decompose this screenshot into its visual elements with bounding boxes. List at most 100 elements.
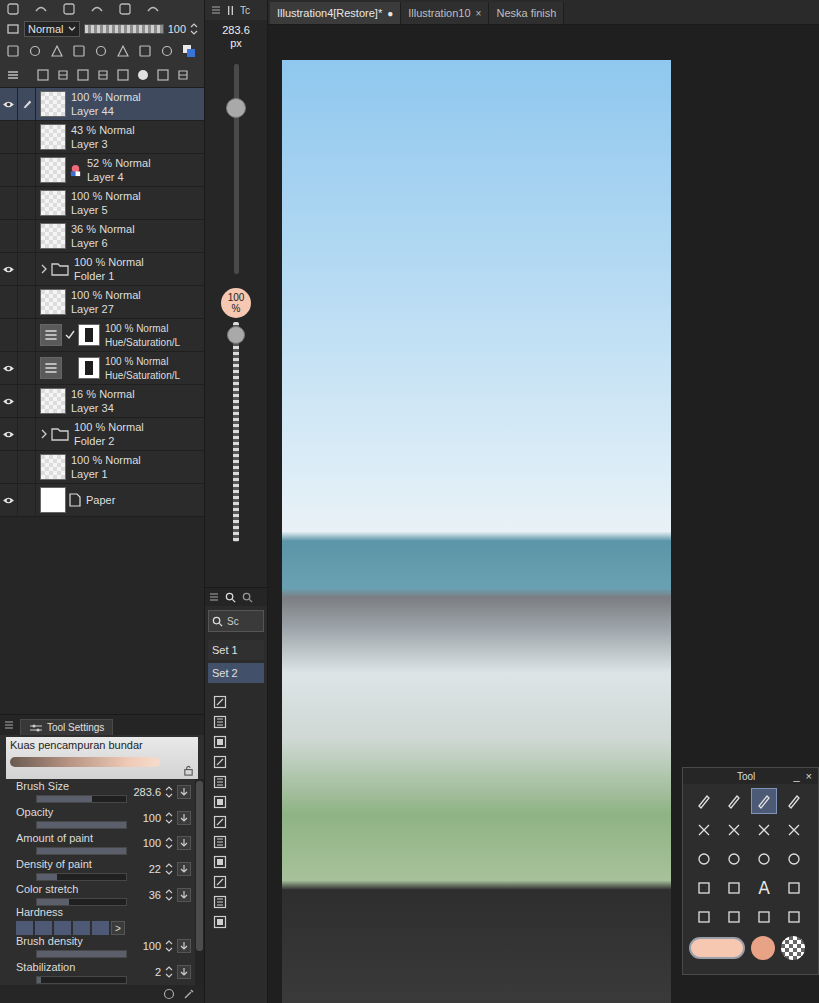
layer-row[interactable]: 100 % NormalLayer 1 xyxy=(0,451,204,484)
auto-select-tool[interactable] xyxy=(721,846,747,872)
sub-k-icon[interactable] xyxy=(213,895,227,909)
layer-row[interactable]: 52 % NormalLayer 4 xyxy=(0,154,204,187)
pressure-icon[interactable] xyxy=(177,811,191,825)
canvas-tab[interactable]: Illustration10× xyxy=(401,2,489,24)
pressure-icon[interactable] xyxy=(177,965,191,979)
combine-icon[interactable] xyxy=(116,68,130,82)
pen-tool[interactable] xyxy=(691,788,717,814)
stepper-icon[interactable] xyxy=(165,812,173,824)
layer-opacity-bar[interactable] xyxy=(84,24,164,34)
menu-icon[interactable] xyxy=(211,5,221,15)
redo-icon[interactable] xyxy=(118,2,132,16)
setting-slider[interactable] xyxy=(36,795,127,803)
frame-tool[interactable] xyxy=(781,817,807,843)
layer-row[interactable]: Paper xyxy=(0,484,204,517)
balloon-tool[interactable] xyxy=(781,875,807,901)
sub-g-icon[interactable] xyxy=(213,815,227,829)
layer-row[interactable]: 100 % NormalLayer 27 xyxy=(0,286,204,319)
opacity-slider[interactable] xyxy=(225,322,247,542)
stepper-icon[interactable] xyxy=(190,23,198,35)
sub-c-icon[interactable] xyxy=(213,735,227,749)
setting-row[interactable]: Stabilization2 xyxy=(16,959,191,985)
transfer-down-icon[interactable] xyxy=(96,68,110,82)
new-vector-icon[interactable] xyxy=(56,68,70,82)
layer-row[interactable]: 43 % NormalLayer 3 xyxy=(0,121,204,154)
menu-icon[interactable] xyxy=(4,720,14,730)
eraser-tool[interactable] xyxy=(751,817,777,843)
gradient-tool[interactable] xyxy=(781,846,807,872)
setting-slider[interactable] xyxy=(36,898,127,906)
eyedropper-tool[interactable] xyxy=(781,904,807,930)
mask-icon[interactable] xyxy=(136,68,150,82)
search-tab-icon[interactable] xyxy=(242,592,253,603)
canvas-tab[interactable]: Illustration4[Restore]*● xyxy=(270,2,401,24)
pressure-icon[interactable] xyxy=(177,862,191,876)
layer-row[interactable]: 100 % NormalFolder 1 xyxy=(0,253,204,286)
setting-row[interactable]: Amount of paint100 xyxy=(16,830,191,856)
stepper-icon[interactable] xyxy=(165,966,173,978)
text-tool[interactable]: A xyxy=(751,875,777,901)
sub-e-icon[interactable] xyxy=(213,775,227,789)
layer-property-icon[interactable] xyxy=(34,2,48,16)
ruler-icon[interactable] xyxy=(138,44,152,58)
eye-icon[interactable] xyxy=(2,496,15,505)
layer-row[interactable]: 100 % NormalLayer 5 xyxy=(0,187,204,220)
sub-tool-search[interactable]: Sc xyxy=(208,610,264,632)
layer-list-icon[interactable] xyxy=(6,68,20,82)
palette-color-icon[interactable] xyxy=(160,44,174,58)
setting-row[interactable]: Hardness> xyxy=(16,908,191,934)
setting-row[interactable]: Opacity100 xyxy=(16,805,191,831)
history-icon[interactable] xyxy=(62,2,76,16)
stepper-icon[interactable] xyxy=(165,940,173,952)
brush-size-tab-icon[interactable] xyxy=(225,5,236,16)
layer-row[interactable]: 36 % NormalLayer 6 xyxy=(0,220,204,253)
more-button[interactable]: > xyxy=(111,921,125,935)
brush-preview[interactable]: Kuas pencampuran bundar xyxy=(6,737,198,779)
pressure-icon[interactable] xyxy=(177,785,191,799)
object-select-tool[interactable] xyxy=(721,904,747,930)
expand-arrow-icon[interactable] xyxy=(40,429,48,439)
scrollbar[interactable] xyxy=(195,779,204,985)
layer-shape-icon[interactable] xyxy=(6,22,20,36)
layer-tab-icon[interactable] xyxy=(6,2,20,16)
layer-row[interactable]: 16 % NormalLayer 34 xyxy=(0,385,204,418)
sub-f-icon[interactable] xyxy=(213,795,227,809)
reset-icon[interactable] xyxy=(162,987,176,1001)
sub-color-swatch[interactable] xyxy=(751,936,775,960)
blend-mode-dropdown[interactable]: Normal xyxy=(24,21,80,37)
set-item[interactable]: Set 2 xyxy=(208,663,264,683)
layer-row[interactable]: 100 % NormalLayer 44 xyxy=(0,88,204,121)
sub-b-icon[interactable] xyxy=(213,715,227,729)
setting-row[interactable]: Brush density100 xyxy=(16,934,191,960)
menu-icon[interactable] xyxy=(209,592,219,602)
expand-arrow-icon[interactable] xyxy=(40,264,48,274)
delete-icon[interactable] xyxy=(176,68,190,82)
navigator-icon[interactable] xyxy=(146,2,160,16)
setting-slider[interactable] xyxy=(36,950,127,958)
brush-size-slider[interactable] xyxy=(225,64,247,274)
setting-slider[interactable] xyxy=(36,847,127,855)
mask-enable-icon[interactable] xyxy=(116,44,130,58)
setting-row[interactable]: Brush Size283.6 xyxy=(16,779,191,805)
apply-mask-icon[interactable] xyxy=(156,68,170,82)
undo-icon[interactable] xyxy=(90,2,104,16)
sub-d-icon[interactable] xyxy=(213,755,227,769)
setting-slider[interactable] xyxy=(36,821,127,829)
layer-row[interactable]: 100 % NormalHue/Saturation/L xyxy=(0,319,204,352)
fill-tool[interactable] xyxy=(751,846,777,872)
stepper-icon[interactable] xyxy=(165,837,173,849)
wrench-icon[interactable] xyxy=(182,987,196,1001)
stepper-icon[interactable] xyxy=(165,786,173,798)
eye-icon[interactable] xyxy=(2,364,15,373)
setting-slider[interactable] xyxy=(36,976,127,984)
sub-l-icon[interactable] xyxy=(213,915,227,929)
color-indicator-icon[interactable] xyxy=(182,44,196,58)
sub-a-icon[interactable] xyxy=(213,695,227,709)
stepper-icon[interactable] xyxy=(165,889,173,901)
airbrush-tool[interactable] xyxy=(781,788,807,814)
setting-row[interactable]: Density of paint22 xyxy=(16,856,191,882)
sub-h-icon[interactable] xyxy=(213,835,227,849)
blend-tool[interactable] xyxy=(721,817,747,843)
hardness-steps[interactable]: > xyxy=(16,921,191,935)
lasso-tool[interactable] xyxy=(691,846,717,872)
